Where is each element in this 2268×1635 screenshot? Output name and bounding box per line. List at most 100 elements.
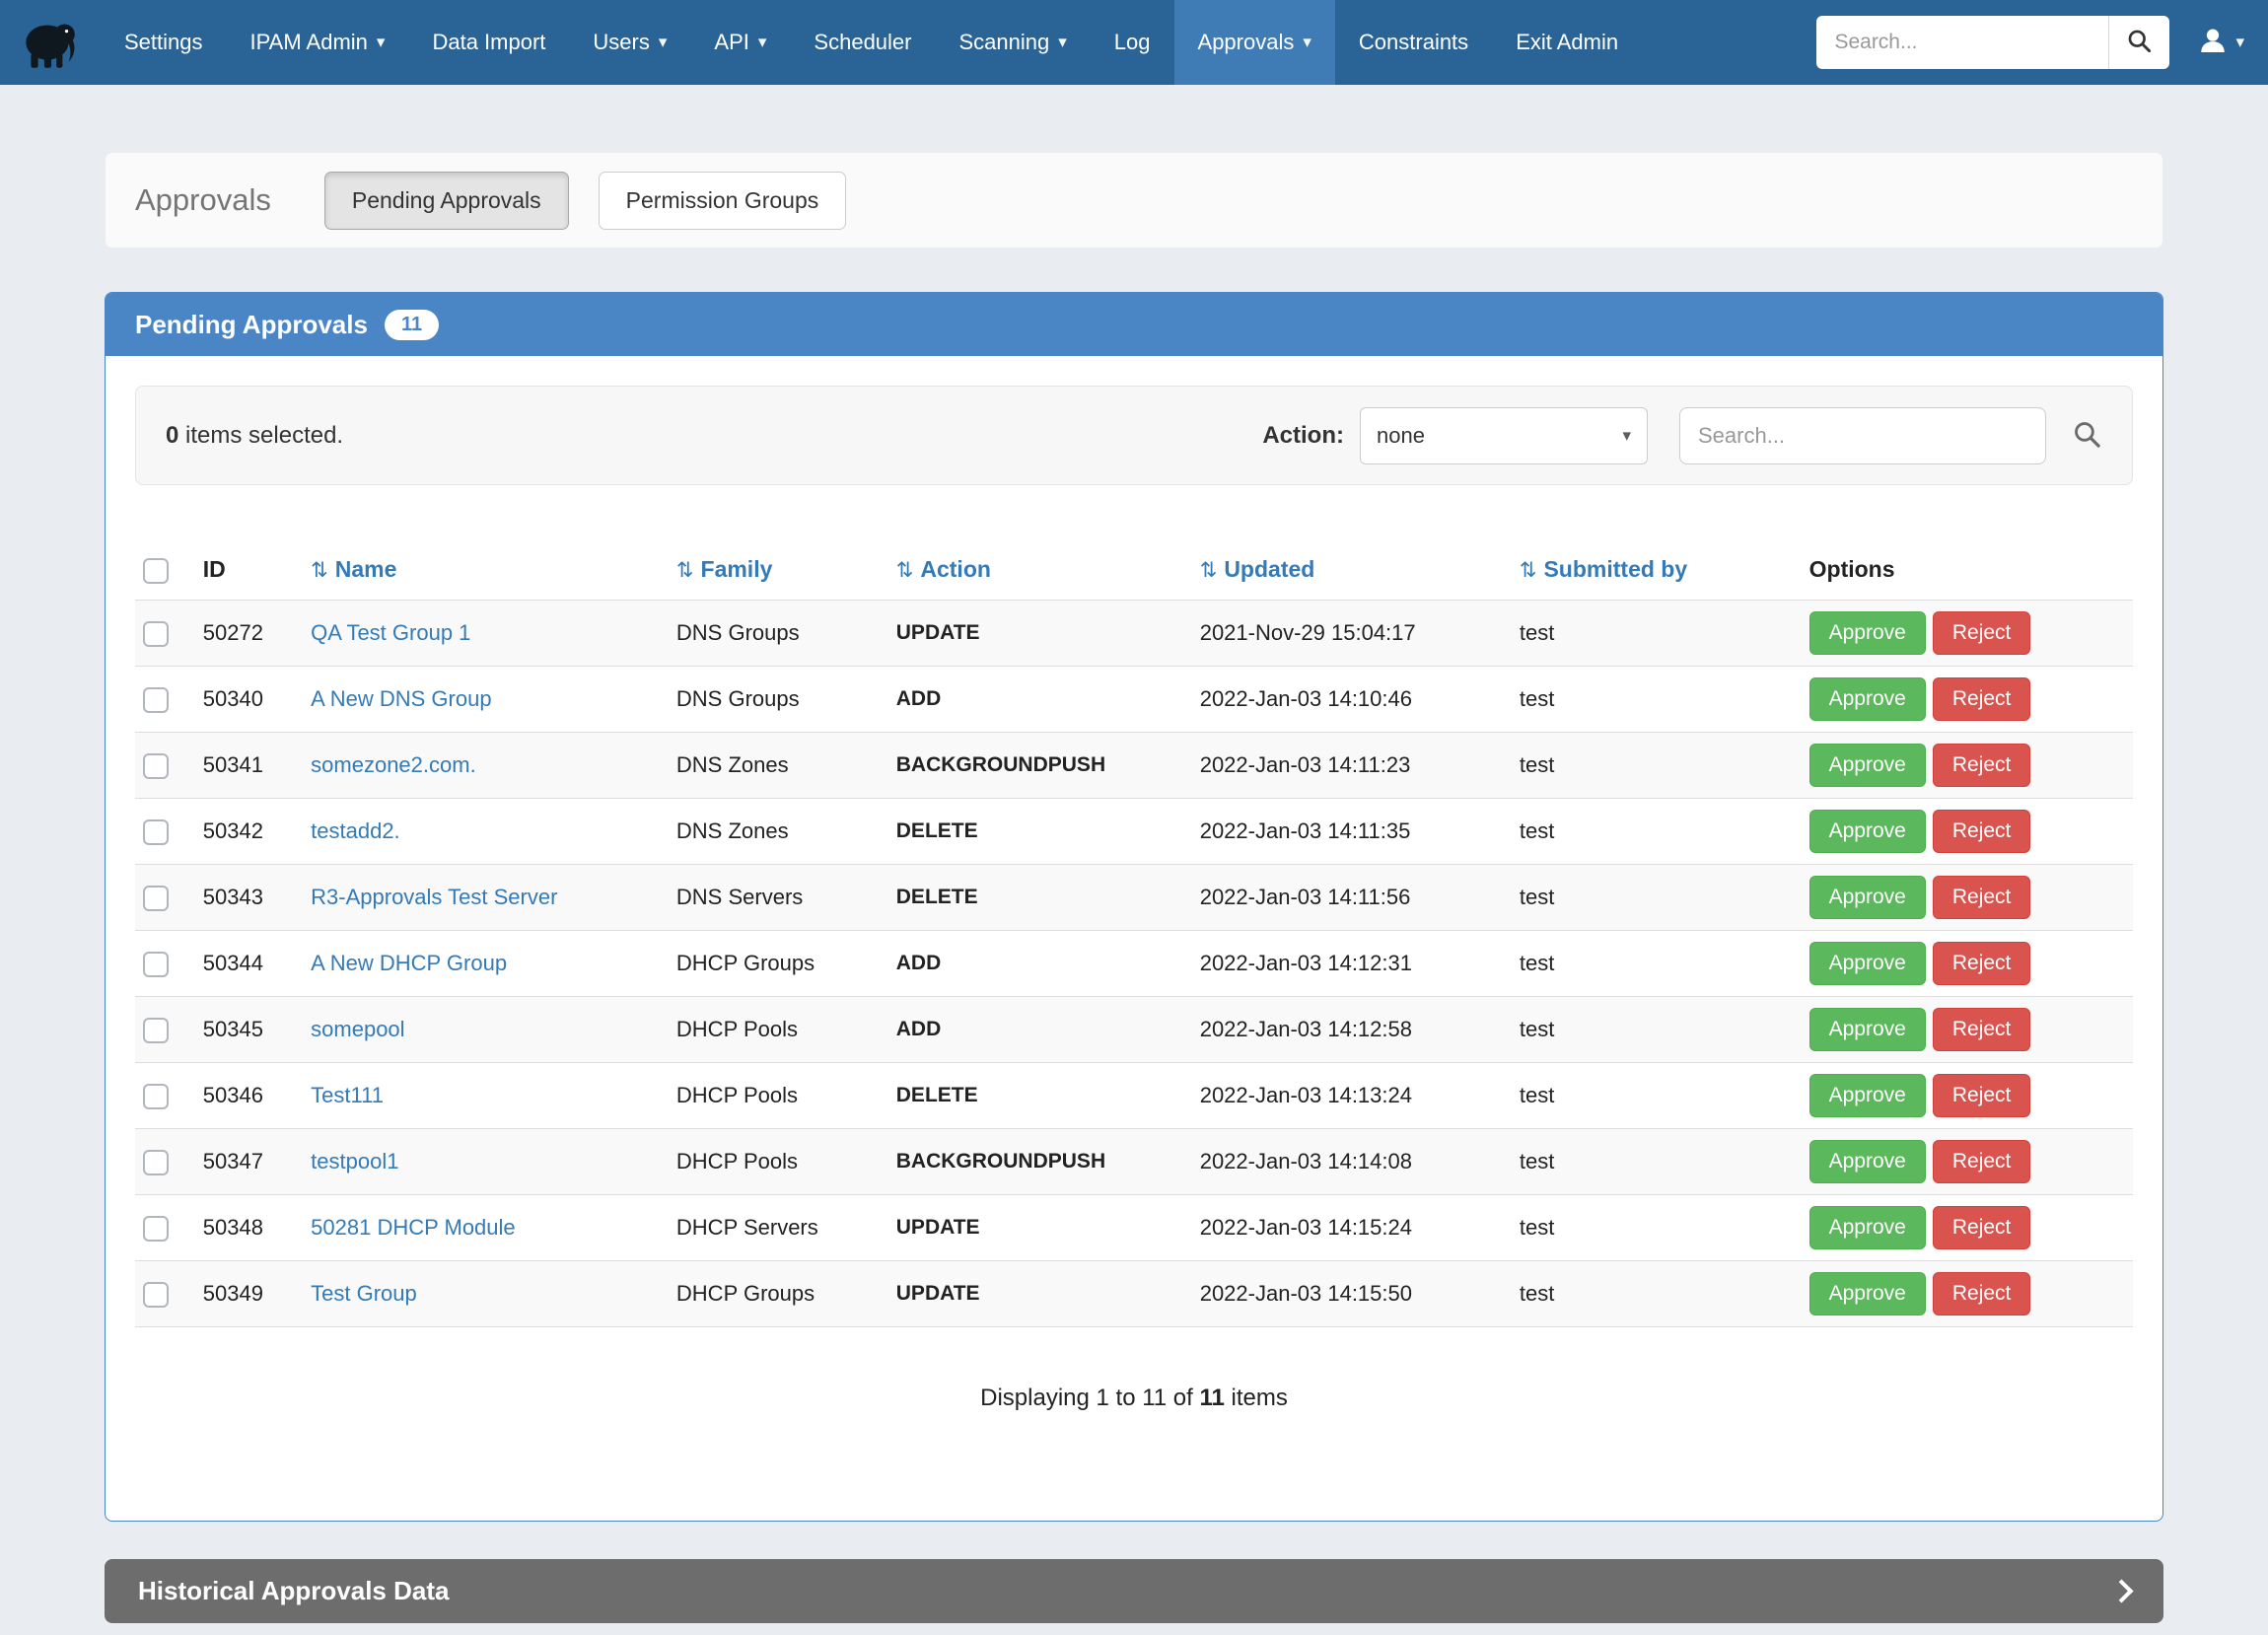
reject-button[interactable]: Reject (1933, 611, 2031, 655)
reject-button[interactable]: Reject (1933, 1074, 2031, 1117)
row-family: DHCP Servers (669, 1194, 888, 1260)
row-name-link[interactable]: A New DNS Group (311, 686, 491, 711)
chevron-down-icon: ▾ (1622, 426, 1631, 446)
nav-item-scheduler[interactable]: Scheduler (790, 0, 935, 85)
reject-button[interactable]: Reject (1933, 876, 2031, 919)
reject-button[interactable]: Reject (1933, 677, 2031, 721)
row-checkbox[interactable] (143, 1150, 169, 1175)
row-name-link[interactable]: R3-Approvals Test Server (311, 885, 557, 909)
row-checkbox[interactable] (143, 1216, 169, 1242)
row-action: DELETE (888, 798, 1192, 864)
nav-item-data-import[interactable]: Data Import (408, 0, 569, 85)
reject-button[interactable]: Reject (1933, 1140, 2031, 1183)
nav-item-log[interactable]: Log (1091, 0, 1174, 85)
reject-button[interactable]: Reject (1933, 942, 2031, 985)
row-name-link[interactable]: A New DHCP Group (311, 951, 507, 975)
reject-button[interactable]: Reject (1933, 744, 2031, 787)
approve-button[interactable]: Approve (1809, 744, 1926, 787)
nav-item-users[interactable]: Users▾ (569, 0, 690, 85)
column-header-updated[interactable]: ⇅Updated (1192, 542, 1512, 600)
row-checkbox[interactable] (143, 687, 169, 713)
row-name-link[interactable]: 50281 DHCP Module (311, 1215, 516, 1240)
sort-icon: ⇅ (896, 559, 914, 582)
row-options-cell: ApproveReject (1802, 1128, 2133, 1194)
row-checkbox[interactable] (143, 621, 169, 647)
column-header-label: Submitted by (1543, 556, 1687, 582)
table-search-button[interactable] (2072, 419, 2102, 453)
approve-button[interactable]: Approve (1809, 1140, 1926, 1183)
nav-item-exit-admin[interactable]: Exit Admin (1492, 0, 1642, 85)
table-search-input[interactable] (1679, 407, 2046, 464)
row-options-cell: ApproveReject (1802, 930, 2133, 996)
table-row: 50347testpool1DHCP PoolsBACKGROUNDPUSH20… (135, 1128, 2133, 1194)
row-name-link[interactable]: QA Test Group 1 (311, 620, 470, 645)
row-checkbox[interactable] (143, 886, 169, 911)
user-icon (2197, 25, 2229, 61)
approve-button[interactable]: Approve (1809, 1272, 1926, 1315)
row-name-link[interactable]: somezone2.com. (311, 752, 476, 777)
row-submitted-by: test (1512, 666, 1802, 732)
row-id: 50341 (195, 732, 303, 798)
row-updated: 2022-Jan-03 14:14:08 (1192, 1128, 1512, 1194)
column-header-action[interactable]: ⇅Action (888, 542, 1192, 600)
column-header-name[interactable]: ⇅Name (303, 542, 669, 600)
approve-button[interactable]: Approve (1809, 1206, 1926, 1249)
reject-button[interactable]: Reject (1933, 1008, 2031, 1051)
approve-button[interactable]: Approve (1809, 1074, 1926, 1117)
row-submitted-by: test (1512, 1062, 1802, 1128)
nav-item-scanning[interactable]: Scanning▾ (936, 0, 1091, 85)
select-all-checkbox[interactable] (143, 558, 169, 584)
row-name-cell: Test Group (303, 1260, 669, 1326)
row-checkbox[interactable] (143, 952, 169, 977)
table-row: 50341somezone2.com.DNS ZonesBACKGROUNDPU… (135, 732, 2133, 798)
row-options-cell: ApproveReject (1802, 798, 2133, 864)
phpipam-mammoth-logo-icon[interactable] (14, 10, 85, 75)
approve-button[interactable]: Approve (1809, 611, 1926, 655)
column-header-family[interactable]: ⇅Family (669, 542, 888, 600)
row-select-cell (135, 600, 195, 666)
row-submitted-by: test (1512, 732, 1802, 798)
user-menu[interactable]: ▾ (2197, 25, 2244, 61)
approve-button[interactable]: Approve (1809, 876, 1926, 919)
chevron-down-icon: ▾ (1058, 33, 1067, 52)
row-name-link[interactable]: testadd2. (311, 818, 400, 843)
tab-permission-groups[interactable]: Permission Groups (599, 172, 847, 230)
nav-item-settings[interactable]: Settings (101, 0, 227, 85)
row-name-cell: A New DHCP Group (303, 930, 669, 996)
row-name-cell: R3-Approvals Test Server (303, 864, 669, 930)
approve-button[interactable]: Approve (1809, 942, 1926, 985)
nav-item-ipam-admin[interactable]: IPAM Admin▾ (227, 0, 409, 85)
row-name-link[interactable]: Test111 (311, 1083, 384, 1107)
navbar-search-button[interactable] (2108, 16, 2169, 69)
approve-button[interactable]: Approve (1809, 810, 1926, 853)
row-action: UPDATE (888, 1194, 1192, 1260)
row-checkbox[interactable] (143, 753, 169, 779)
row-checkbox[interactable] (143, 1084, 169, 1109)
row-name-link[interactable]: Test Group (311, 1281, 417, 1306)
tab-pending-approvals[interactable]: Pending Approvals (324, 172, 569, 230)
row-checkbox[interactable] (143, 1018, 169, 1043)
row-options-cell: ApproveReject (1802, 996, 2133, 1062)
table-row: 50343R3-Approvals Test ServerDNS Servers… (135, 864, 2133, 930)
column-header-submitted-by[interactable]: ⇅Submitted by (1512, 542, 1802, 600)
reject-button[interactable]: Reject (1933, 1206, 2031, 1249)
row-name-link[interactable]: testpool1 (311, 1149, 398, 1173)
nav-item-constraints[interactable]: Constraints (1335, 0, 1492, 85)
approve-button[interactable]: Approve (1809, 1008, 1926, 1051)
approve-button[interactable]: Approve (1809, 677, 1926, 721)
row-checkbox[interactable] (143, 1282, 169, 1308)
nav-item-label: Log (1114, 30, 1151, 55)
nav-item-api[interactable]: API▾ (690, 0, 790, 85)
row-family: DHCP Groups (669, 930, 888, 996)
row-name-cell: 50281 DHCP Module (303, 1194, 669, 1260)
reject-button[interactable]: Reject (1933, 810, 2031, 853)
row-name-link[interactable]: somepool (311, 1017, 404, 1041)
row-checkbox[interactable] (143, 819, 169, 845)
nav-item-approvals[interactable]: Approvals▾ (1174, 0, 1335, 85)
row-name-cell: testadd2. (303, 798, 669, 864)
row-submitted-by: test (1512, 798, 1802, 864)
action-select[interactable]: none ▾ (1360, 407, 1648, 464)
navbar-search-input[interactable] (1816, 16, 2108, 69)
reject-button[interactable]: Reject (1933, 1272, 2031, 1315)
historical-approvals-bar[interactable]: Historical Approvals Data (105, 1559, 2163, 1623)
